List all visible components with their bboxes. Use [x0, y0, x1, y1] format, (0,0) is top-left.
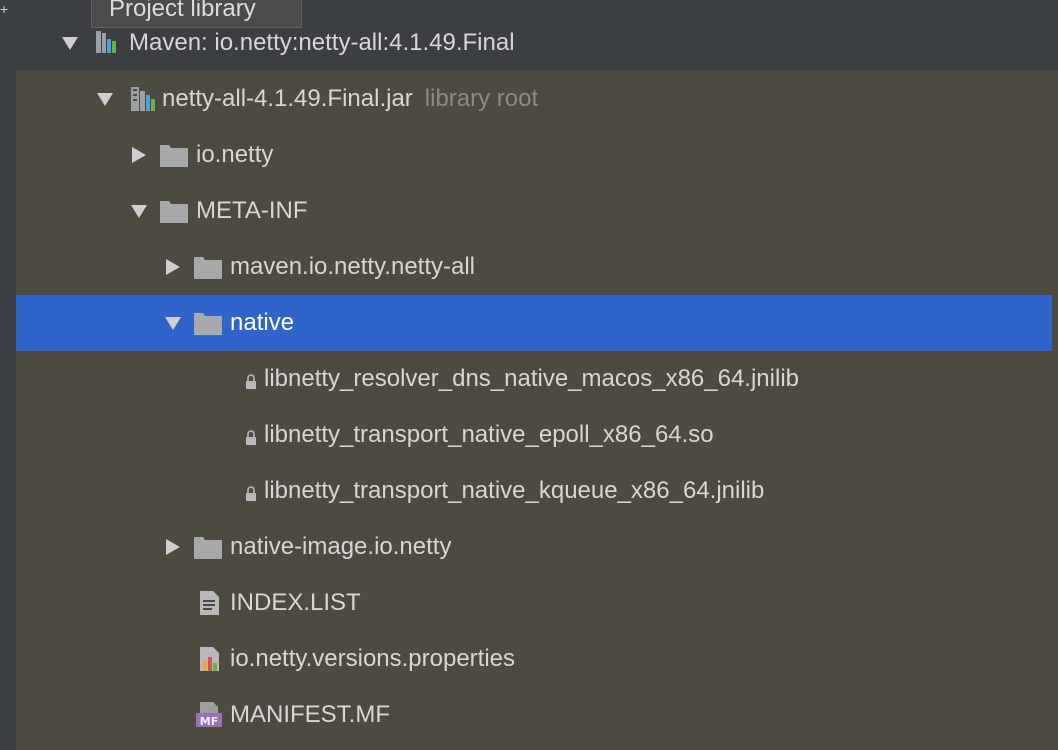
- expand-arrow-icon[interactable]: [129, 201, 149, 221]
- collapse-arrow-icon[interactable]: [129, 145, 149, 165]
- tree-item-native[interactable]: native: [16, 295, 1052, 351]
- folder-icon: [159, 197, 189, 225]
- expand-arrow-icon[interactable]: [95, 89, 115, 109]
- tree-item-io-netty[interactable]: io.netty: [16, 127, 1052, 183]
- locked-file-icon: [244, 429, 258, 447]
- tree-item-jar[interactable]: netty-all-4.1.49.Final.jar library root: [16, 71, 1052, 127]
- tree-item-label: io.netty: [196, 141, 274, 168]
- manifest-file-icon: MF: [194, 701, 224, 729]
- locked-file-icon: [244, 373, 258, 391]
- tree-item-label: netty-all-4.1.49.Final.jar: [162, 85, 413, 112]
- tree-item-properties[interactable]: io.netty.versions.properties: [16, 631, 1052, 687]
- tree-item-meta-inf[interactable]: META-INF: [16, 183, 1052, 239]
- collapse-arrow-icon[interactable]: [163, 537, 183, 557]
- manifest-icon-text: MF: [200, 715, 218, 728]
- tree-item-label-group: netty-all-4.1.49.Final.jar library root: [162, 71, 538, 127]
- properties-file-icon: [196, 645, 226, 673]
- tree-item-maven-package[interactable]: maven.io.netty.netty-all: [16, 239, 1052, 295]
- folder-icon: [193, 309, 223, 337]
- expand-arrow-icon[interactable]: [163, 313, 183, 333]
- tree-item-index-list[interactable]: INDEX.LIST: [16, 575, 1052, 631]
- project-library-tooltip: Project library: [91, 0, 302, 28]
- collapse-arrow-icon[interactable]: [163, 257, 183, 277]
- tree-item-label: libnetty_transport_native_kqueue_x86_64.…: [264, 477, 765, 504]
- folder-icon: [193, 253, 223, 281]
- library-icon: [92, 29, 122, 57]
- folder-icon: [159, 141, 189, 169]
- tree-item-file[interactable]: libnetty_transport_native_epoll_x86_64.s…: [16, 407, 1052, 463]
- tree-item-label: native: [230, 309, 295, 336]
- tree-item-file[interactable]: libnetty_resolver_dns_native_macos_x86_6…: [16, 351, 1052, 407]
- tree-item-label: libnetty_resolver_dns_native_macos_x86_6…: [264, 365, 799, 392]
- tree-item-manifest[interactable]: MF MANIFEST.MF: [16, 687, 1052, 743]
- locked-file-icon: [244, 485, 258, 503]
- tree-item-file[interactable]: libnetty_transport_native_kqueue_x86_64.…: [16, 463, 1052, 519]
- tree-item-label: libnetty_transport_native_epoll_x86_64.s…: [264, 421, 714, 448]
- tree-item-label: META-INF: [196, 197, 308, 224]
- tree-item-label: io.netty.versions.properties: [230, 645, 516, 672]
- library-root-hint: library root: [424, 85, 539, 112]
- tree-item-label: MANIFEST.MF: [230, 701, 390, 728]
- folder-icon: [193, 533, 223, 561]
- tree-item-label: maven.io.netty.netty-all: [230, 253, 476, 280]
- tree-item-label: native-image.io.netty: [230, 533, 452, 560]
- tree-item-native-image[interactable]: native-image.io.netty: [16, 519, 1052, 575]
- left-gutter: +: [0, 0, 16, 750]
- jar-archive-icon: [128, 85, 158, 113]
- expand-arrow-icon[interactable]: [60, 33, 80, 53]
- text-file-icon: [196, 589, 226, 617]
- tree-item-label: INDEX.LIST: [230, 589, 361, 616]
- gutter-mark-icon: +: [0, 1, 9, 17]
